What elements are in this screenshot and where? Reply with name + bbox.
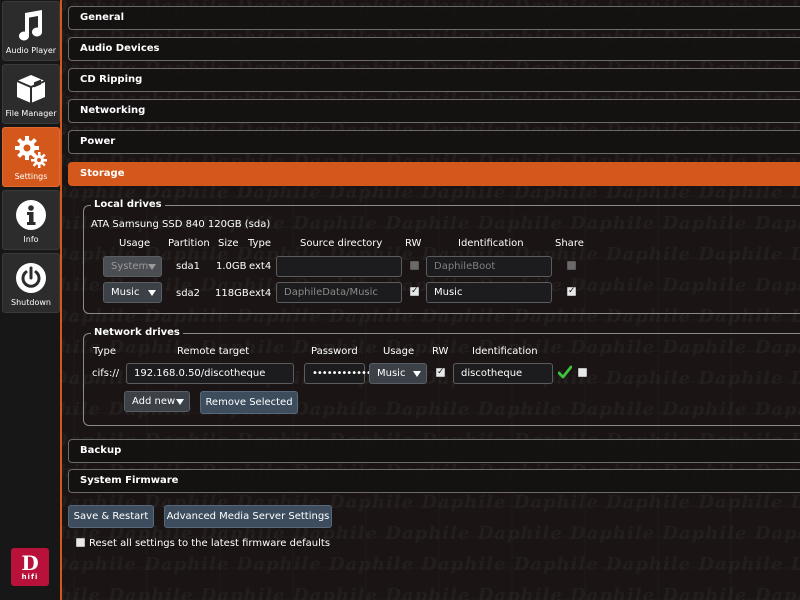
identification-input[interactable]: discotheque: [453, 363, 553, 384]
column-header-share: Share: [555, 238, 584, 249]
identification-input: DaphileBoot: [426, 256, 552, 277]
column-header-source-directory: Source directory: [300, 238, 383, 249]
usage-select: System: [103, 256, 162, 277]
source-directory-input[interactable]: DaphileData/Music: [276, 282, 402, 303]
power-icon: [13, 260, 49, 296]
sidebar-item-label: Info: [23, 235, 39, 244]
advanced-media-server-settings-button[interactable]: Advanced Media Server Settings: [164, 505, 332, 528]
column-header-type: Type: [93, 346, 116, 357]
rw-checkbox: [410, 261, 419, 270]
column-header-rw: RW: [432, 346, 449, 357]
column-header-remote-target: Remote target: [177, 346, 250, 357]
size-value: 1.0GB: [216, 261, 247, 272]
section-general[interactable]: General: [68, 6, 800, 30]
rw-checkbox[interactable]: ✓: [436, 367, 445, 377]
remove-selected-button[interactable]: Remove Selected: [200, 391, 298, 414]
sidebar: Audio Player File Manager Settings Info …: [0, 0, 62, 600]
identification-input[interactable]: Music: [426, 282, 552, 303]
column-header-identification: Identification: [472, 346, 538, 357]
column-header-partition: Partition: [168, 238, 210, 249]
remote-target-input[interactable]: 192.168.0.50/discotheque: [126, 363, 294, 384]
info-icon: [13, 197, 49, 233]
password-input[interactable]: ••••••••••••: [304, 363, 372, 384]
sidebar-item-audio-player[interactable]: Audio Player: [2, 1, 60, 61]
reset-settings-label: Reset all settings to the latest firmwar…: [89, 538, 331, 549]
share-checkbox[interactable]: ✓: [567, 286, 576, 296]
reset-settings-checkbox[interactable]: [76, 538, 85, 547]
type-value: ext4: [249, 288, 272, 299]
section-backup[interactable]: Backup: [68, 439, 800, 463]
column-header-rw: RW: [405, 238, 422, 249]
save-restart-button[interactable]: Save & Restart: [68, 505, 154, 528]
column-header-usage: Usage: [119, 238, 151, 249]
source-directory-input: [276, 256, 402, 277]
section-storage[interactable]: Storage: [68, 162, 800, 186]
section-audio-devices[interactable]: Audio Devices: [68, 37, 800, 61]
type-value: ext4: [249, 261, 272, 272]
usage-select[interactable]: Music: [369, 363, 427, 384]
sidebar-item-label: Settings: [14, 172, 48, 181]
sidebar-item-shutdown[interactable]: Shutdown: [2, 253, 60, 313]
sidebar-item-settings[interactable]: Settings: [2, 127, 60, 187]
box-icon: [13, 71, 49, 107]
type-value: cifs://: [92, 368, 120, 379]
daphile-logo: D hifi: [11, 548, 49, 586]
column-header-type: Type: [248, 238, 271, 249]
column-header-identification: Identification: [458, 238, 524, 249]
column-header-password: Password: [311, 346, 358, 357]
settings-panel: General Audio Devices CD Ripping Network…: [68, 0, 800, 600]
sidebar-item-label: File Manager: [5, 109, 57, 118]
usage-select[interactable]: Music: [103, 282, 162, 303]
music-note-icon: [13, 8, 49, 44]
add-new-select[interactable]: Add new: [124, 391, 190, 412]
column-header-usage: Usage: [383, 346, 415, 357]
section-power[interactable]: Power: [68, 130, 800, 154]
rw-checkbox[interactable]: ✓: [410, 286, 419, 296]
network-drives-legend: Network drives: [91, 327, 183, 338]
size-value: 118GB: [215, 288, 249, 299]
network-drives-group: Network drives Type Remote target Passwo…: [83, 327, 800, 426]
sidebar-item-file-manager[interactable]: File Manager: [2, 64, 60, 124]
check-icon: [557, 365, 573, 382]
section-system-firmware[interactable]: System Firmware: [68, 469, 800, 493]
share-checkbox: [567, 261, 576, 270]
share-checkbox[interactable]: [578, 368, 587, 377]
gears-icon: [13, 134, 49, 170]
local-drives-legend: Local drives: [91, 199, 165, 210]
disk-name: ATA Samsung SSD 840 120GB (sda): [91, 219, 271, 230]
local-drives-group: Local drives ATA Samsung SSD 840 120GB (…: [83, 199, 800, 314]
section-cd-ripping[interactable]: CD Ripping: [68, 68, 800, 92]
sidebar-item-label: Audio Player: [5, 46, 57, 55]
column-header-size: Size: [218, 238, 239, 249]
partition-value: sda2: [176, 288, 201, 299]
partition-value: sda1: [176, 261, 201, 272]
sidebar-item-label: Shutdown: [11, 298, 51, 307]
section-networking[interactable]: Networking: [68, 99, 800, 123]
sidebar-item-info[interactable]: Info: [2, 190, 60, 250]
